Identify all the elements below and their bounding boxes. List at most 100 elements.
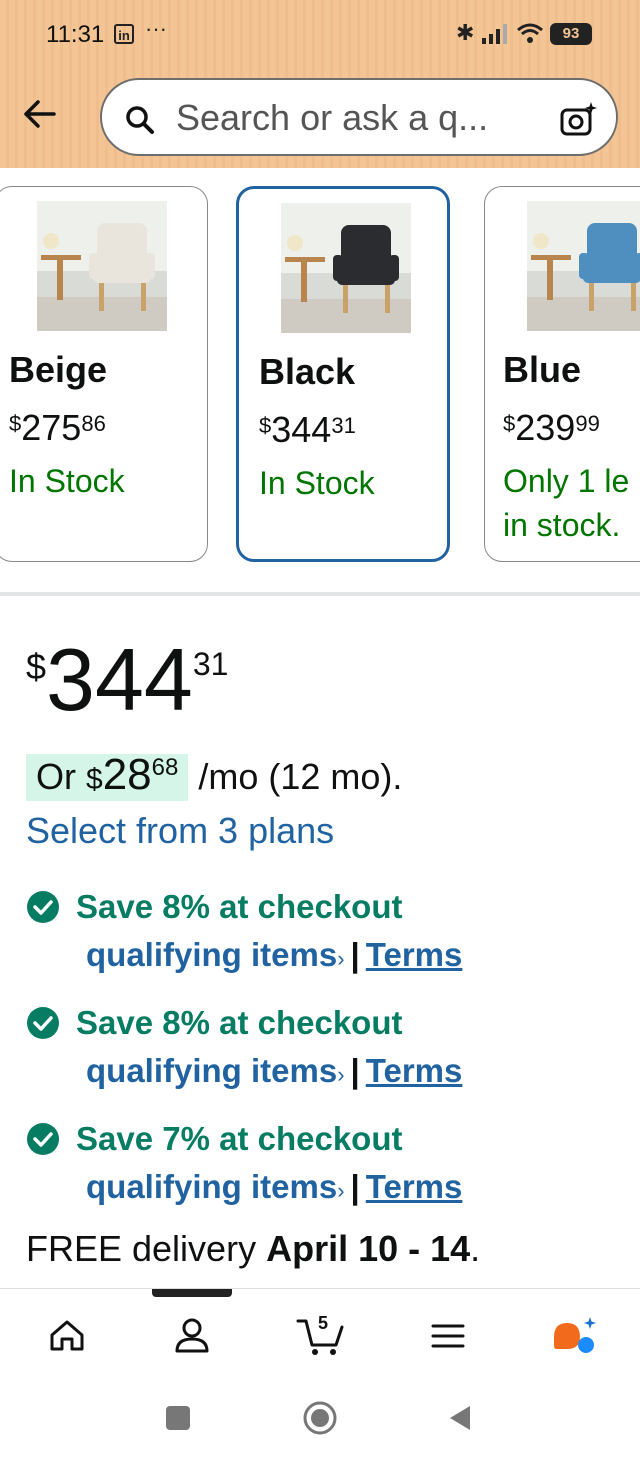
check-circle-icon xyxy=(27,891,59,923)
price-cents: 31 xyxy=(192,646,229,682)
chevron-right-icon: › xyxy=(337,1062,345,1087)
thumb-chair-back xyxy=(587,223,637,273)
price-whole: 275 xyxy=(21,407,82,448)
wifi-icon xyxy=(517,23,543,43)
app-header: 11:31 in ··· ✱ 93 xyxy=(0,0,640,168)
thumb-chair-leg xyxy=(385,285,390,313)
separator: | xyxy=(350,936,360,973)
price-currency: $ xyxy=(259,413,272,438)
thumb-chair-arm xyxy=(145,253,155,279)
promo-item: Save 7% at checkout qualifying items› | Te… xyxy=(26,1120,626,1230)
price-whole: 239 xyxy=(515,407,576,448)
thumb-table xyxy=(531,255,571,260)
menu-icon[interactable] xyxy=(423,1311,473,1361)
promo-links: qualifying items› | Terms xyxy=(86,936,462,974)
qualifying-items-link[interactable]: qualifying items xyxy=(86,936,337,973)
variant-stock: Only 1 le in stock. xyxy=(503,463,630,543)
thumb-chair-arm xyxy=(635,253,640,279)
back-arrow-icon[interactable] xyxy=(20,94,60,134)
camera-icon[interactable] xyxy=(558,100,598,140)
thumb-chair-arm xyxy=(333,255,343,281)
thumb-flowers xyxy=(43,233,59,249)
thumb-floor xyxy=(527,297,640,331)
thumb-chair-arm xyxy=(89,253,99,279)
price-cents: 99 xyxy=(575,411,600,436)
battery-indicator: 93 xyxy=(550,23,592,45)
promo-links: qualifying items› | Terms xyxy=(86,1168,462,1206)
home-icon[interactable] xyxy=(42,1311,92,1361)
chevron-right-icon: › xyxy=(337,946,345,971)
monthly-amount: 28 xyxy=(102,750,152,799)
promo-title: Save 7% at checkout xyxy=(76,1120,403,1157)
delivery-prefix: FREE delivery xyxy=(26,1228,257,1269)
thumb-chair-leg xyxy=(343,285,348,313)
search-icon xyxy=(126,106,154,134)
account-icon[interactable] xyxy=(167,1311,217,1361)
variant-card-beige[interactable]: Beige $27586 In Stock xyxy=(0,186,208,562)
variant-image-black xyxy=(281,203,411,333)
home-system-button[interactable] xyxy=(302,1400,338,1436)
price-whole: 344 xyxy=(46,630,193,729)
status-time: 11:31 xyxy=(46,21,105,48)
qualifying-items-link[interactable]: qualifying items xyxy=(86,1168,337,1205)
promo-links: qualifying items› | Terms xyxy=(86,1052,462,1090)
thumb-flowers xyxy=(533,233,549,249)
thumb-chair-arm xyxy=(389,255,399,281)
search-input[interactable] xyxy=(176,96,536,140)
chevron-right-icon: › xyxy=(337,1178,345,1203)
price-whole: 344 xyxy=(271,409,332,450)
terms-link[interactable]: Terms xyxy=(366,936,463,973)
back-system-button[interactable] xyxy=(442,1400,478,1436)
active-tab-indicator xyxy=(152,1289,232,1297)
price-currency: $ xyxy=(503,411,516,436)
separator: | xyxy=(350,1168,360,1205)
monthly-prefix: Or xyxy=(36,756,76,797)
qualifying-items-link[interactable]: qualifying items xyxy=(86,1052,337,1089)
promo-title: Save 8% at checkout xyxy=(76,1004,403,1041)
terms-link[interactable]: Terms xyxy=(366,1052,463,1089)
check-circle-icon xyxy=(27,1007,59,1039)
separator: | xyxy=(350,1052,360,1089)
variant-card-blue[interactable]: Blue $23999 Only 1 le in stock. xyxy=(484,186,640,562)
thumb-table-leg xyxy=(301,262,307,302)
linkedin-icon: in xyxy=(114,24,134,44)
price-cents: 86 xyxy=(81,411,106,436)
thumb-chair-seat xyxy=(583,267,640,283)
promo-title: Save 8% at checkout xyxy=(76,888,403,925)
cart-button[interactable]: 5 xyxy=(296,1311,346,1361)
alexa-icon[interactable] xyxy=(550,1311,600,1361)
recents-button[interactable] xyxy=(160,1400,196,1436)
variant-card-black[interactable]: Black $34431 In Stock xyxy=(236,186,450,562)
more-notifications: ··· xyxy=(145,16,167,41)
variant-price: $34431 xyxy=(259,409,356,451)
variant-image-blue xyxy=(527,201,640,331)
monthly-payment: Or $2868 /mo (12 mo). xyxy=(26,750,403,801)
thumb-table xyxy=(41,255,81,260)
select-plans-link[interactable]: Select from 3 plans xyxy=(26,810,334,852)
variant-name: Black xyxy=(259,351,356,392)
bottom-navigation: 5 xyxy=(0,1288,640,1377)
thumb-chair-leg xyxy=(589,283,594,311)
thumb-chair-seat xyxy=(93,267,151,283)
cart-count: 5 xyxy=(318,1313,329,1333)
price-currency: $ xyxy=(9,411,22,436)
search-bar[interactable] xyxy=(100,78,618,156)
price-currency: $ xyxy=(26,646,47,687)
variant-name: Blue xyxy=(503,349,582,390)
bluetooth-icon: ✱ xyxy=(456,20,475,45)
product-price: $34431 xyxy=(26,630,228,730)
thumb-table xyxy=(285,257,325,262)
thumb-chair-seat xyxy=(337,269,395,285)
thumb-table-leg xyxy=(547,260,553,300)
thumb-chair-leg xyxy=(99,283,104,311)
thumb-table-leg xyxy=(57,260,63,300)
monthly-suffix: /mo (12 mo). xyxy=(198,756,403,797)
variant-selector: Beige $27586 In Stock Black $34431 In St… xyxy=(0,184,640,574)
price-cents: 31 xyxy=(331,413,356,438)
variant-price: $23999 xyxy=(503,407,600,449)
thumb-chair-leg xyxy=(141,283,146,311)
monthly-currency: $ xyxy=(86,763,103,796)
delivery-info: FREE delivery April 10 - 14. xyxy=(26,1228,480,1270)
terms-link[interactable]: Terms xyxy=(366,1168,463,1205)
signal-icon xyxy=(482,24,507,44)
